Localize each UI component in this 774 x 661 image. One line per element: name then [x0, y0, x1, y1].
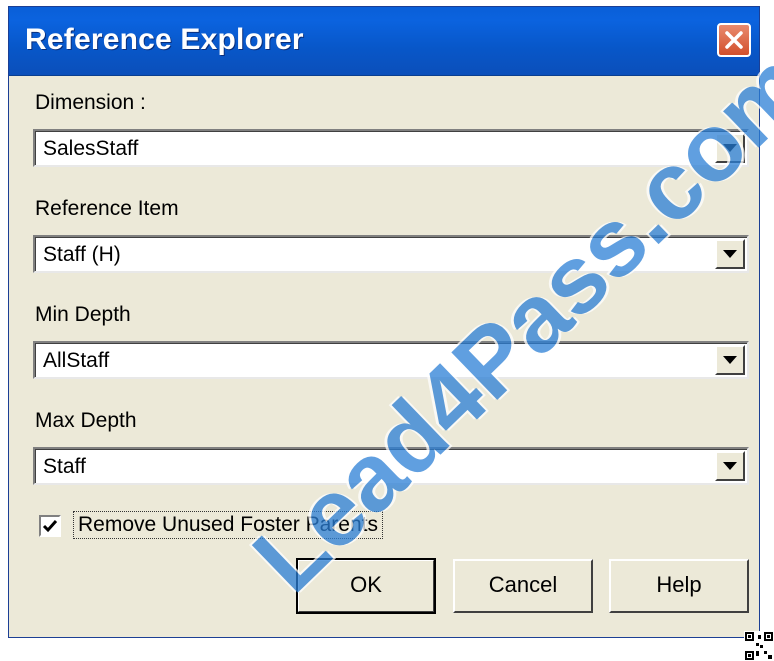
dimension-value: SalesStaff — [43, 137, 139, 160]
chevron-down-icon — [723, 356, 737, 364]
watermark: Lead4Pass.com — [233, 31, 774, 613]
cancel-button[interactable]: Cancel — [453, 559, 593, 613]
qr-code-icon — [744, 631, 774, 661]
max-depth-dropdown-button[interactable] — [715, 451, 745, 481]
reference-explorer-dialog: Reference Explorer Dimension : SalesStaf… — [8, 6, 774, 638]
chevron-down-icon — [723, 462, 737, 470]
chevron-down-icon — [723, 250, 737, 258]
checkmark-icon — [42, 520, 58, 533]
min-depth-label: Min Depth — [35, 303, 131, 326]
reference-item-value: Staff (H) — [43, 243, 121, 266]
reference-item-dropdown-button[interactable] — [715, 239, 745, 269]
remove-unused-foster-parents-checkbox[interactable] — [39, 515, 61, 537]
min-depth-dropdown-button[interactable] — [715, 345, 745, 375]
reference-item-label: Reference Item — [35, 197, 179, 220]
min-depth-dropdown[interactable]: AllStaff — [33, 341, 749, 379]
min-depth-value: AllStaff — [43, 349, 110, 372]
max-depth-label: Max Depth — [35, 409, 137, 432]
window-title: Reference Explorer — [25, 23, 304, 56]
dimension-label: Dimension : — [35, 91, 146, 114]
title-bar[interactable]: Reference Explorer — [9, 7, 759, 76]
max-depth-value: Staff — [43, 455, 86, 478]
help-button[interactable]: Help — [609, 559, 749, 613]
